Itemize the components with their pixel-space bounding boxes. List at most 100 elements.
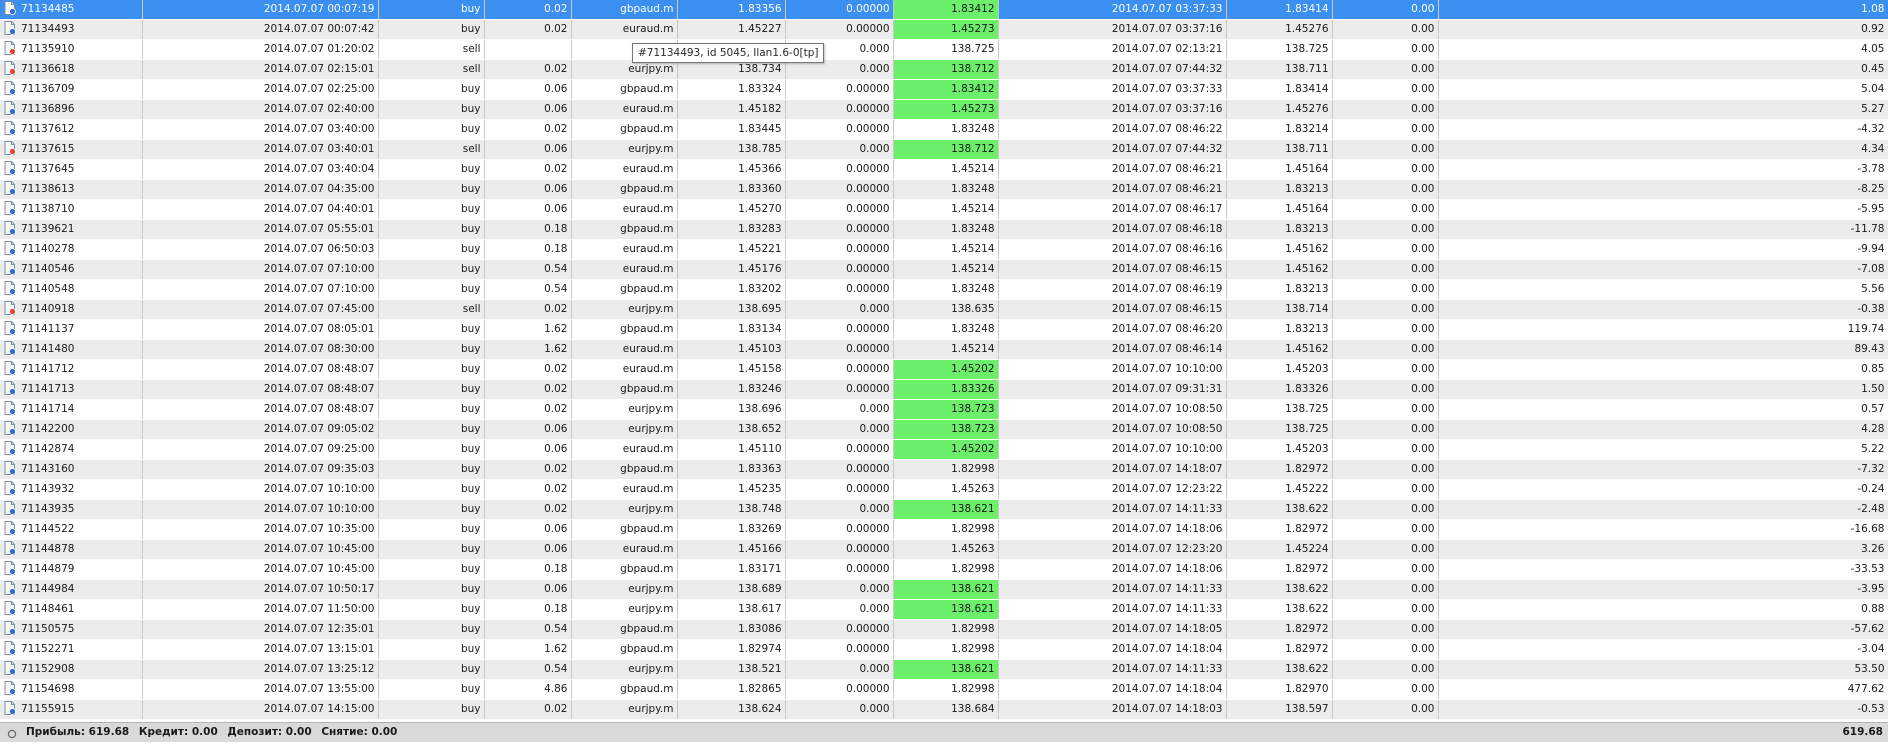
symbol-cell: gbpaud.m	[571, 319, 678, 340]
tp-cell: 1.45273	[893, 19, 999, 40]
history-row[interactable]: 71142874 2014.07.07 09:25:00 buy 0.06 euraud…	[0, 439, 1888, 460]
order-tooltip: #71134493, id 5045, Ilan1.6-0[tp]	[632, 43, 825, 63]
tp-cell: 1.45263	[893, 479, 999, 500]
history-row[interactable]: 71136618 2014.07.07 02:15:01 sell 0.02 eurjp…	[0, 59, 1888, 80]
close-time-cell: 2014.07.07 08:46:21	[998, 179, 1227, 200]
close-price-cell: 1.82972	[1226, 619, 1333, 640]
profit-cell: 477.62	[1438, 679, 1888, 700]
sl-cell: 0.000	[785, 139, 894, 160]
history-row[interactable]: 71143160 2014.07.07 09:35:03 buy 0.02 gbpaud…	[0, 459, 1888, 480]
type-cell: sell	[378, 139, 485, 160]
buy-order-icon	[4, 101, 16, 115]
buy-order-icon	[4, 201, 16, 215]
open-time-cell: 2014.07.07 02:15:01	[142, 59, 379, 80]
close-time-cell: 2014.07.07 14:18:05	[998, 619, 1227, 640]
history-row[interactable]: 71140278 2014.07.07 06:50:03 buy 0.18 euraud…	[0, 239, 1888, 260]
symbol-cell: eurjpy.m	[571, 299, 678, 320]
sl-cell: 0.000	[785, 299, 894, 320]
open-price-cell: 1.45235	[677, 479, 786, 500]
history-row[interactable]: 71144984 2014.07.07 10:50:17 buy 0.06 eurjpy…	[0, 579, 1888, 600]
history-row[interactable]: 71144879 2014.07.07 10:45:00 buy 0.18 gbpaud…	[0, 559, 1888, 580]
history-row[interactable]: 71152271 2014.07.07 13:15:01 buy 1.62 gbpaud…	[0, 639, 1888, 660]
history-row[interactable]: 71141712 2014.07.07 08:48:07 buy 0.02 euraud…	[0, 359, 1888, 380]
profit-cell: 89.43	[1438, 339, 1888, 360]
ticket-number: 71135910	[21, 43, 75, 55]
sl-cell: 0.00000	[785, 219, 894, 240]
type-cell: buy	[378, 199, 485, 220]
history-row[interactable]: 71134485 2014.07.07 00:07:19 buy 0.02 gbpaud…	[0, 0, 1888, 20]
ticket-cell: 71136618	[0, 59, 143, 80]
history-row[interactable]: 71148461 2014.07.07 11:50:00 buy 0.18 eurjpy…	[0, 599, 1888, 620]
open-time-cell: 2014.07.07 10:10:00	[142, 499, 379, 520]
history-row[interactable]: 71138710 2014.07.07 04:40:01 buy 0.06 euraud…	[0, 199, 1888, 220]
open-price-cell: 1.45110	[677, 439, 786, 460]
open-price-cell: 1.45176	[677, 259, 786, 280]
open-time-cell: 2014.07.07 08:30:00	[142, 339, 379, 360]
history-row[interactable]: 71150575 2014.07.07 12:35:01 buy 0.54 gbpaud…	[0, 619, 1888, 640]
close-price-cell: 1.82972	[1226, 639, 1333, 660]
history-row[interactable]: 71141713 2014.07.07 08:48:07 buy 0.02 gbpaud…	[0, 379, 1888, 400]
history-row[interactable]: 71139621 2014.07.07 05:55:01 buy 0.18 gbpaud…	[0, 219, 1888, 240]
open-time-cell: 2014.07.07 03:40:01	[142, 139, 379, 160]
history-row[interactable]: 71155915 2014.07.07 14:15:00 buy 0.02 eurjpy…	[0, 699, 1888, 720]
open-time-cell: 2014.07.07 06:50:03	[142, 239, 379, 260]
history-row[interactable]: 71152908 2014.07.07 13:25:12 buy 0.54 eurjpy…	[0, 659, 1888, 680]
ticket-cell: 71150575	[0, 619, 143, 640]
history-row[interactable]: 71144522 2014.07.07 10:35:00 buy 0.06 gbpaud…	[0, 519, 1888, 540]
type-cell: buy	[378, 499, 485, 520]
status-profit: Прибыль: 619.68	[26, 726, 130, 738]
history-row[interactable]: 71138613 2014.07.07 04:35:00 buy 0.06 gbpaud…	[0, 179, 1888, 200]
type-cell: buy	[378, 99, 485, 120]
tp-cell: 1.45214	[893, 339, 999, 360]
tp-cell: 138.712	[893, 59, 999, 80]
history-row[interactable]: 71137612 2014.07.07 03:40:00 buy 0.02 gbpaud…	[0, 119, 1888, 140]
ticket-number: 71143160	[21, 463, 75, 475]
buy-order-icon	[4, 681, 16, 695]
tp-cell: 1.82998	[893, 519, 999, 540]
history-row[interactable]: 71134493 2014.07.07 00:07:42 buy 0.02 euraud…	[0, 19, 1888, 40]
history-row[interactable]: 71141137 2014.07.07 08:05:01 buy 1.62 gbpaud…	[0, 319, 1888, 340]
history-row[interactable]: 71140546 2014.07.07 07:10:00 buy 0.54 euraud…	[0, 259, 1888, 280]
size-cell: 0.54	[484, 259, 572, 280]
history-row[interactable]: 71141714 2014.07.07 08:48:07 buy 0.02 eurjpy…	[0, 399, 1888, 420]
size-cell: 1.62	[484, 639, 572, 660]
ticket-cell: 71138710	[0, 199, 143, 220]
sl-cell: 0.000	[785, 659, 894, 680]
symbol-cell: eurjpy.m	[571, 579, 678, 600]
open-time-cell: 2014.07.07 07:10:00	[142, 259, 379, 280]
size-cell: 0.02	[484, 59, 572, 80]
history-row[interactable]: 71142200 2014.07.07 09:05:02 buy 0.06 eurjpy…	[0, 419, 1888, 440]
size-cell: 0.02	[484, 159, 572, 180]
status-credit: Кредит: 0.00	[138, 726, 218, 738]
history-row[interactable]: 71140548 2014.07.07 07:10:00 buy 0.54 gbpaud…	[0, 279, 1888, 300]
history-row[interactable]: 71137645 2014.07.07 03:40:04 buy 0.02 euraud…	[0, 159, 1888, 180]
ticket-cell: 71136709	[0, 79, 143, 100]
history-row[interactable]: 71143935 2014.07.07 10:10:00 buy 0.02 eurjpy…	[0, 499, 1888, 520]
history-row[interactable]: 71143932 2014.07.07 10:10:00 buy 0.02 euraud…	[0, 479, 1888, 500]
tp-cell: 1.83248	[893, 279, 999, 300]
history-row[interactable]: 71144878 2014.07.07 10:45:00 buy 0.06 euraud…	[0, 539, 1888, 560]
history-row[interactable]: 711359102014.07.07 01:20:02sell138.7940.…	[0, 39, 1888, 60]
history-row[interactable]: 71136896 2014.07.07 02:40:00 buy 0.06 euraud…	[0, 99, 1888, 120]
history-row[interactable]: 71140918 2014.07.07 07:45:00 sell 0.02 eurjp…	[0, 299, 1888, 320]
close-price-cell: 1.83213	[1226, 219, 1333, 240]
tp-cell: 1.45263	[893, 539, 999, 560]
history-row[interactable]: 71137615 2014.07.07 03:40:01 sell 0.06 eurjp…	[0, 139, 1888, 160]
open-price-cell: 1.45103	[677, 339, 786, 360]
type-cell: buy	[378, 459, 485, 480]
buy-order-icon	[4, 541, 16, 555]
tp-cell: 1.83248	[893, 179, 999, 200]
symbol-cell: gbpaud.m	[571, 619, 678, 640]
history-row[interactable]: 71141480 2014.07.07 08:30:00 buy 1.62 euraud…	[0, 339, 1888, 360]
buy-order-icon	[4, 421, 16, 435]
sl-cell: 0.00000	[785, 19, 894, 40]
size-cell: 1.62	[484, 319, 572, 340]
swap-cell: 0.00	[1332, 59, 1439, 80]
swap-cell: 0.00	[1332, 359, 1439, 380]
history-row[interactable]: 71136709 2014.07.07 02:25:00 buy 0.06 gbpaud…	[0, 79, 1888, 100]
history-row[interactable]: 71154698 2014.07.07 13:55:00 buy 4.86 gbpaud…	[0, 679, 1888, 700]
symbol-cell: gbpaud.m	[571, 559, 678, 580]
open-price-cell: 1.83324	[677, 79, 786, 100]
size-cell: 1.62	[484, 339, 572, 360]
open-time-cell: 2014.07.07 10:10:00	[142, 479, 379, 500]
